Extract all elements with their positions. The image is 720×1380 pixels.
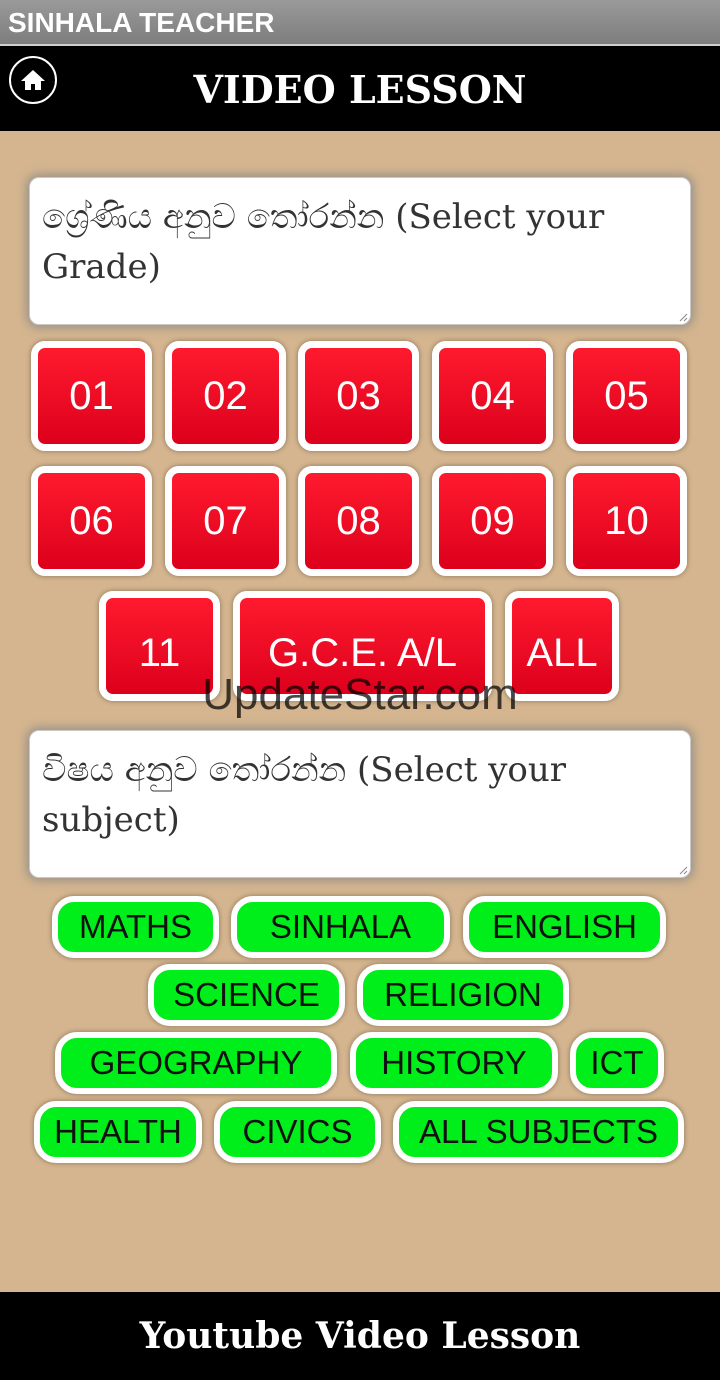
subject-button-history[interactable]: HISTORY <box>350 1032 558 1094</box>
grade-button-01[interactable]: 01 <box>31 341 152 451</box>
page-title: VIDEO LESSON <box>193 67 527 112</box>
subject-button-science[interactable]: SCIENCE <box>148 964 345 1026</box>
app-title: SINHALA TEACHER <box>8 7 275 38</box>
subject-button-english[interactable]: ENGLISH <box>463 896 666 958</box>
subject-button-geography[interactable]: GEOGRAPHY <box>55 1032 337 1094</box>
grade-prompt-box[interactable]: ශ්‍රේණිය අනුව තෝරන්න (Select your Grade) <box>29 177 691 325</box>
grade-button-10[interactable]: 10 <box>566 466 687 576</box>
footer-bar: Youtube Video Lesson <box>0 1292 720 1380</box>
grade-button-08[interactable]: 08 <box>298 466 419 576</box>
app-title-bar: SINHALA TEACHER <box>0 0 720 46</box>
footer-title: Youtube Video Lesson <box>139 1315 581 1357</box>
subject-button-maths[interactable]: MATHS <box>52 896 219 958</box>
grade-button-07[interactable]: 07 <box>165 466 286 576</box>
grade-prompt-text: ශ්‍රේණිය අනුව තෝරන්න (Select your Grade) <box>42 197 605 287</box>
subject-button-sinhala[interactable]: SINHALA <box>231 896 450 958</box>
grade-button-04[interactable]: 04 <box>432 341 553 451</box>
subject-button-all-subjects[interactable]: ALL SUBJECTS <box>393 1101 684 1163</box>
header-bar: VIDEO LESSON <box>0 46 720 131</box>
grade-button-06[interactable]: 06 <box>31 466 152 576</box>
subject-button-civics[interactable]: CIVICS <box>214 1101 381 1163</box>
subject-prompt-box[interactable]: විෂය අනුව තෝරන්න (Select your subject) <box>29 730 691 878</box>
subject-button-ict[interactable]: ICT <box>570 1032 664 1094</box>
subject-button-health[interactable]: HEALTH <box>34 1101 202 1163</box>
subject-button-religion[interactable]: RELIGION <box>357 964 569 1026</box>
grade-button-05[interactable]: 05 <box>566 341 687 451</box>
resize-handle-icon <box>679 313 688 322</box>
watermark: UpdateStar.com <box>202 670 518 719</box>
grade-button-03[interactable]: 03 <box>298 341 419 451</box>
grade-button-09[interactable]: 09 <box>432 466 553 576</box>
subject-prompt-text: විෂය අනුව තෝරන්න (Select your subject) <box>42 750 567 840</box>
resize-handle-icon <box>679 866 688 875</box>
grade-button-02[interactable]: 02 <box>165 341 286 451</box>
